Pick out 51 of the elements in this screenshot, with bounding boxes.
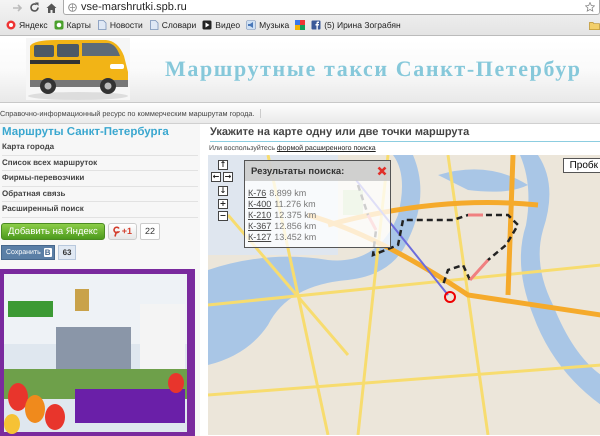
home-icon[interactable] [46, 2, 57, 12]
map-heading: Укажите на карте одну или две точки маршрута [210, 126, 600, 142]
nav-link[interactable]: Список всех маршруток [2, 156, 198, 171]
folder-icon[interactable] [589, 20, 600, 30]
route-link[interactable]: К-76 [248, 188, 266, 199]
bookmark[interactable]: (5) Ирина Зограбян [311, 20, 401, 30]
nav-link[interactable]: Расширенный поиск [2, 202, 198, 218]
route-distance: 8.899 km [269, 188, 306, 199]
route-link[interactable]: К-367 [248, 221, 272, 232]
bookmark[interactable]: Музыка [246, 20, 290, 30]
share-count: 22 [140, 222, 160, 240]
map-icon [54, 20, 64, 30]
route-distance: 11.276 km [274, 199, 316, 210]
page-icon [96, 20, 107, 30]
address-bar[interactable]: vse-marshrutki.spb.ru [63, 0, 600, 15]
route-distance: 12.375 km [274, 210, 316, 221]
nav-link[interactable]: Фирмы-перевозчики [2, 171, 198, 186]
site-title: Маршрутные такси Санкт-Петербур [165, 56, 582, 82]
route-link[interactable]: К-127 [248, 232, 272, 243]
map-control[interactable]: ↓ [218, 186, 228, 196]
star-icon[interactable] [585, 2, 595, 12]
facebook-icon [311, 20, 322, 30]
bookmark[interactable]: Видео [202, 20, 240, 30]
map-control[interactable]: + [218, 199, 228, 209]
share-count: 63 [58, 244, 76, 260]
traffic-button[interactable]: Пробк [562, 158, 600, 173]
bookmark[interactable]: Словари [148, 20, 196, 30]
route-link[interactable]: К-210 [248, 210, 272, 221]
squares-icon[interactable] [295, 20, 306, 30]
forward-icon[interactable] [12, 2, 23, 12]
bookmark[interactable]: Яндекс [6, 20, 48, 30]
map-control[interactable]: ↑ [218, 160, 228, 170]
nav-link[interactable]: Обратная связь [2, 186, 198, 202]
speaker-icon [246, 20, 256, 30]
route-distance: 12.856 km [274, 221, 316, 232]
play-icon [202, 20, 212, 30]
nav-link[interactable]: Карта города [2, 140, 198, 156]
plus-one-button[interactable]: +1 [108, 222, 138, 240]
bookmark[interactable]: Новости [96, 20, 143, 30]
route-distance: 13.452 km [274, 232, 316, 243]
close-icon[interactable] [377, 166, 387, 176]
sidebar-heading: Маршруты Санкт-Петербурга [2, 126, 170, 138]
map-control[interactable]: → [223, 172, 233, 182]
bookmark[interactable]: Карты [54, 20, 91, 30]
map-control[interactable]: ← [211, 172, 221, 182]
results-title: Результаты поиска: [251, 166, 344, 176]
reload-icon[interactable] [29, 2, 40, 13]
route-link[interactable]: К-400 [248, 199, 272, 210]
globe-icon [68, 2, 77, 12]
map-control[interactable]: − [218, 211, 228, 221]
page-icon [148, 20, 159, 30]
